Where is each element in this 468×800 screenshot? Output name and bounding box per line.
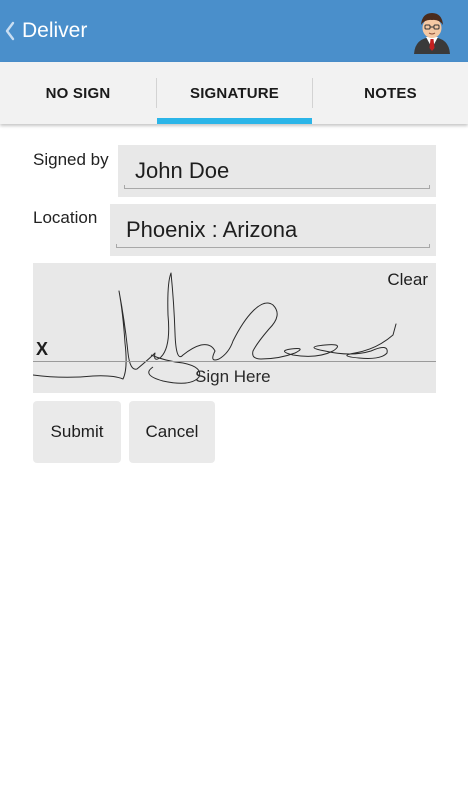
signed-by-field[interactable]: John Doe	[118, 145, 436, 197]
signature-pad[interactable]: Clear X Sign Here	[33, 263, 436, 393]
signed-by-value: John Doe	[135, 158, 230, 183]
location-value: Phoenix : Arizona	[126, 217, 298, 242]
submit-button[interactable]: Submit	[33, 401, 121, 463]
clear-signature-button[interactable]: Clear	[387, 270, 428, 290]
app-bar: Deliver	[0, 0, 468, 62]
signature-baseline	[33, 361, 436, 362]
sign-here-hint: Sign Here	[195, 367, 271, 386]
chevron-left-icon[interactable]	[4, 20, 16, 42]
signed-by-label: Signed by	[33, 150, 109, 169]
selected-tab-indicator	[157, 118, 312, 124]
signature-x-mark: X	[36, 339, 49, 359]
cancel-button[interactable]: Cancel	[129, 401, 215, 463]
tab-signature[interactable]: SIGNATURE	[157, 62, 312, 124]
location-label: Location	[33, 208, 98, 227]
tab-notes[interactable]: NOTES	[313, 62, 468, 124]
location-field[interactable]: Phoenix : Arizona	[110, 204, 436, 256]
tab-bar: NO SIGN SIGNATURE NOTES	[0, 62, 468, 124]
tab-no-sign[interactable]: NO SIGN	[0, 62, 156, 124]
input-underline	[124, 185, 430, 189]
user-avatar-icon[interactable]	[411, 8, 453, 54]
input-underline	[116, 244, 430, 248]
app-title[interactable]: Deliver	[22, 18, 87, 44]
